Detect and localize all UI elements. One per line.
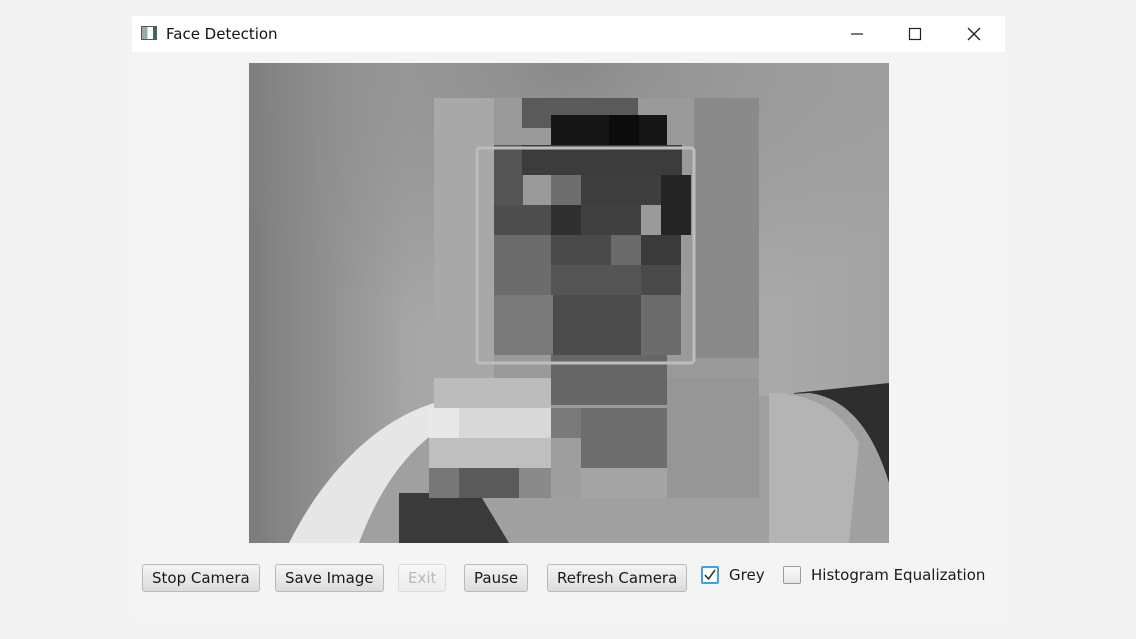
close-button[interactable] — [951, 16, 997, 52]
minimize-button[interactable] — [834, 16, 880, 52]
pause-button[interactable]: Pause — [464, 564, 529, 592]
histogram-checkbox-box[interactable] — [783, 566, 801, 584]
histogram-equalization-checkbox[interactable]: Histogram Equalization — [783, 563, 985, 587]
window-title: Face Detection — [166, 25, 278, 43]
grey-checkbox[interactable]: Grey — [701, 563, 765, 587]
minimize-icon — [851, 33, 863, 35]
camera-image — [249, 63, 889, 543]
app-icon — [141, 26, 157, 40]
grey-checkbox-box[interactable] — [701, 566, 719, 584]
title-bar[interactable]: Face Detection — [132, 16, 1005, 52]
grey-label: Grey — [729, 566, 765, 584]
camera-feed — [249, 63, 889, 543]
checkmark-icon — [704, 569, 716, 581]
maximize-button[interactable] — [892, 16, 938, 52]
histogram-label: Histogram Equalization — [811, 566, 986, 584]
exit-button[interactable]: Exit — [398, 564, 447, 592]
maximize-icon — [908, 27, 922, 41]
stop-camera-button[interactable]: Stop Camera — [142, 564, 260, 592]
close-icon — [967, 27, 981, 41]
refresh-camera-button[interactable]: Refresh Camera — [547, 564, 688, 592]
save-image-button[interactable]: Save Image — [275, 564, 384, 592]
